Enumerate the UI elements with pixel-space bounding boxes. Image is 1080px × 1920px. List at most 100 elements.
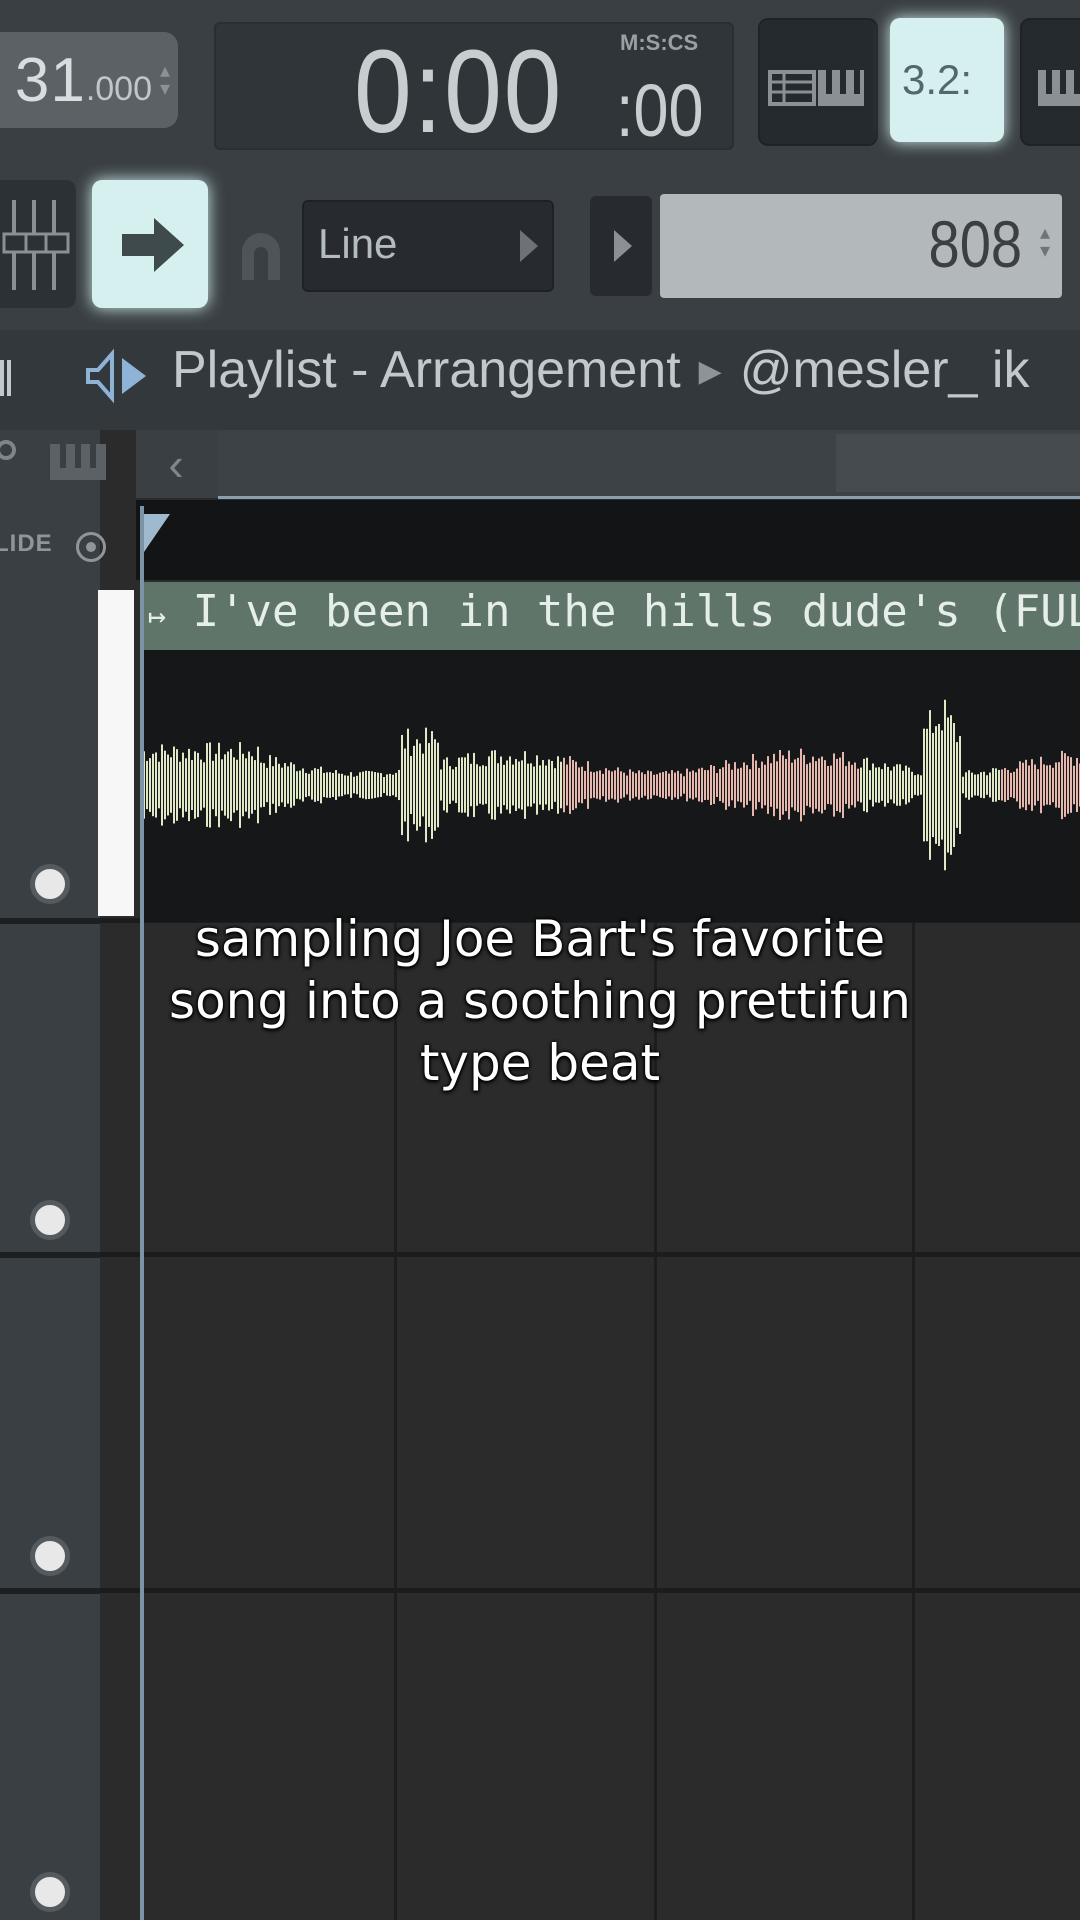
track-4-mute[interactable]: [30, 1872, 70, 1912]
waveform-sample: [218, 742, 220, 828]
waveform-sample: [689, 771, 691, 799]
handle-icon[interactable]: [0, 360, 14, 396]
audio-clip-name: I've been in the hills dude's (FULL SONG: [192, 586, 1080, 637]
waveform-sample: [449, 766, 451, 804]
waveform-sample: [512, 764, 514, 806]
waveform-sample: [536, 755, 538, 815]
waveform-sample: [236, 759, 238, 811]
waveform-sample: [611, 771, 613, 799]
beat-button[interactable]: 3.2:: [890, 18, 1004, 142]
pattern-play-button[interactable]: [590, 196, 652, 296]
waveform-sample: [563, 757, 565, 813]
waveform-sample: [1013, 771, 1015, 799]
waveform-sample: [185, 758, 187, 812]
waveform-sample: [791, 762, 793, 808]
waveform-sample: [1028, 765, 1030, 805]
waveform-sample: [248, 751, 250, 819]
waveform-sample: [860, 767, 862, 803]
waveform-sample: [518, 761, 520, 809]
waveform-sample: [686, 768, 688, 802]
waveform-sample: [1016, 768, 1018, 802]
waveform-sample: [440, 769, 442, 801]
scroll-thumb[interactable]: [836, 434, 1080, 492]
waveform-sample: [176, 749, 178, 821]
magnet-icon[interactable]: [236, 224, 286, 284]
waveform-sample: [1007, 769, 1009, 801]
waveform-sample: [896, 764, 898, 806]
play-icon: [614, 230, 632, 262]
waveform-sample: [566, 764, 568, 806]
waveform-sample: [482, 765, 484, 805]
track-2-mute[interactable]: [30, 1200, 70, 1240]
waveform-sample: [1049, 765, 1051, 805]
waveform-sample: [152, 753, 154, 817]
waveform-sample: [890, 770, 892, 800]
waveform-sample: [755, 760, 757, 810]
waveform-sample: [272, 766, 274, 804]
waveform-sample: [893, 766, 895, 804]
waveform-sample: [308, 773, 310, 797]
scroll-left-icon[interactable]: ‹: [146, 432, 206, 496]
waveform-sample: [848, 761, 850, 809]
waveform-sample: [278, 763, 280, 807]
waveform-sample: [614, 770, 616, 800]
waveform-sample: [314, 768, 316, 802]
time-display[interactable]: M:S:CS 0:00 :00: [214, 22, 734, 158]
glide-toggle-icon[interactable]: [76, 532, 106, 562]
waveform-sample: [986, 775, 988, 795]
waveform-sample: [947, 717, 949, 853]
waveform-sample: [833, 753, 835, 817]
waveform-sample: [950, 715, 952, 855]
waveform-sample: [944, 699, 946, 871]
waveform-sample: [899, 764, 901, 806]
pattern-selector[interactable]: 808 ▴ ▾: [660, 194, 1062, 298]
waveform-sample: [323, 772, 325, 798]
waveform-sample: [728, 763, 730, 807]
speaker-icon[interactable]: [84, 346, 154, 406]
waveform-sample: [404, 748, 406, 822]
waveform-sample: [812, 756, 814, 814]
waveform-sample: [443, 759, 445, 811]
waveform-sample: [1055, 762, 1057, 808]
waveform-sample: [617, 767, 619, 803]
arrow-right-icon: [122, 218, 184, 272]
waveform-sample: [422, 753, 424, 817]
waveform-sample: [758, 767, 760, 803]
waveform-sample: [200, 759, 202, 811]
mixer-button[interactable]: [0, 180, 76, 308]
waveform-sample: [311, 770, 313, 800]
waveform-sample: [284, 763, 286, 807]
playhead[interactable]: [140, 506, 144, 1920]
waveform-sample: [593, 772, 595, 798]
snap-select[interactable]: Line: [302, 200, 554, 292]
draw-mode-button[interactable]: [92, 180, 208, 308]
waveform-sample: [569, 756, 571, 814]
waveform-sample: [461, 757, 463, 813]
caption-line: sampling Joe Bart's favorite: [194, 910, 886, 968]
waveform-sample: [713, 766, 715, 804]
track-1-mute[interactable]: [30, 864, 70, 904]
tempo-spinner-icon[interactable]: ▴ ▾: [160, 61, 170, 99]
waveform-sample: [1040, 756, 1042, 814]
waveform-sample: [725, 760, 727, 810]
pattern-spinner-icon[interactable]: ▴ ▾: [1040, 223, 1050, 261]
waveform-sample: [962, 776, 964, 794]
waveform-sample: [560, 761, 562, 809]
waveform-sample: [428, 743, 430, 827]
waveform-sample: [722, 767, 724, 803]
piano-roll-icon[interactable]: [48, 442, 108, 482]
waveform-sample: [572, 759, 574, 811]
waveform-sample: [374, 772, 376, 798]
waveform-sample: [971, 772, 973, 798]
waveform-sample: [227, 751, 229, 819]
waveform-sample: [1076, 758, 1078, 812]
song-mode-button[interactable]: [758, 18, 878, 146]
waveform-sample: [377, 772, 379, 798]
waveform-sample: [533, 766, 535, 804]
timeline-ruler[interactable]: [136, 500, 1080, 580]
tempo-field[interactable]: 31.000 ▴ ▾: [0, 32, 178, 128]
keyboard-button[interactable]: [1020, 18, 1080, 146]
track-divider: [0, 1588, 100, 1594]
waveform-sample: [719, 768, 721, 802]
track-3-mute[interactable]: [30, 1536, 70, 1576]
